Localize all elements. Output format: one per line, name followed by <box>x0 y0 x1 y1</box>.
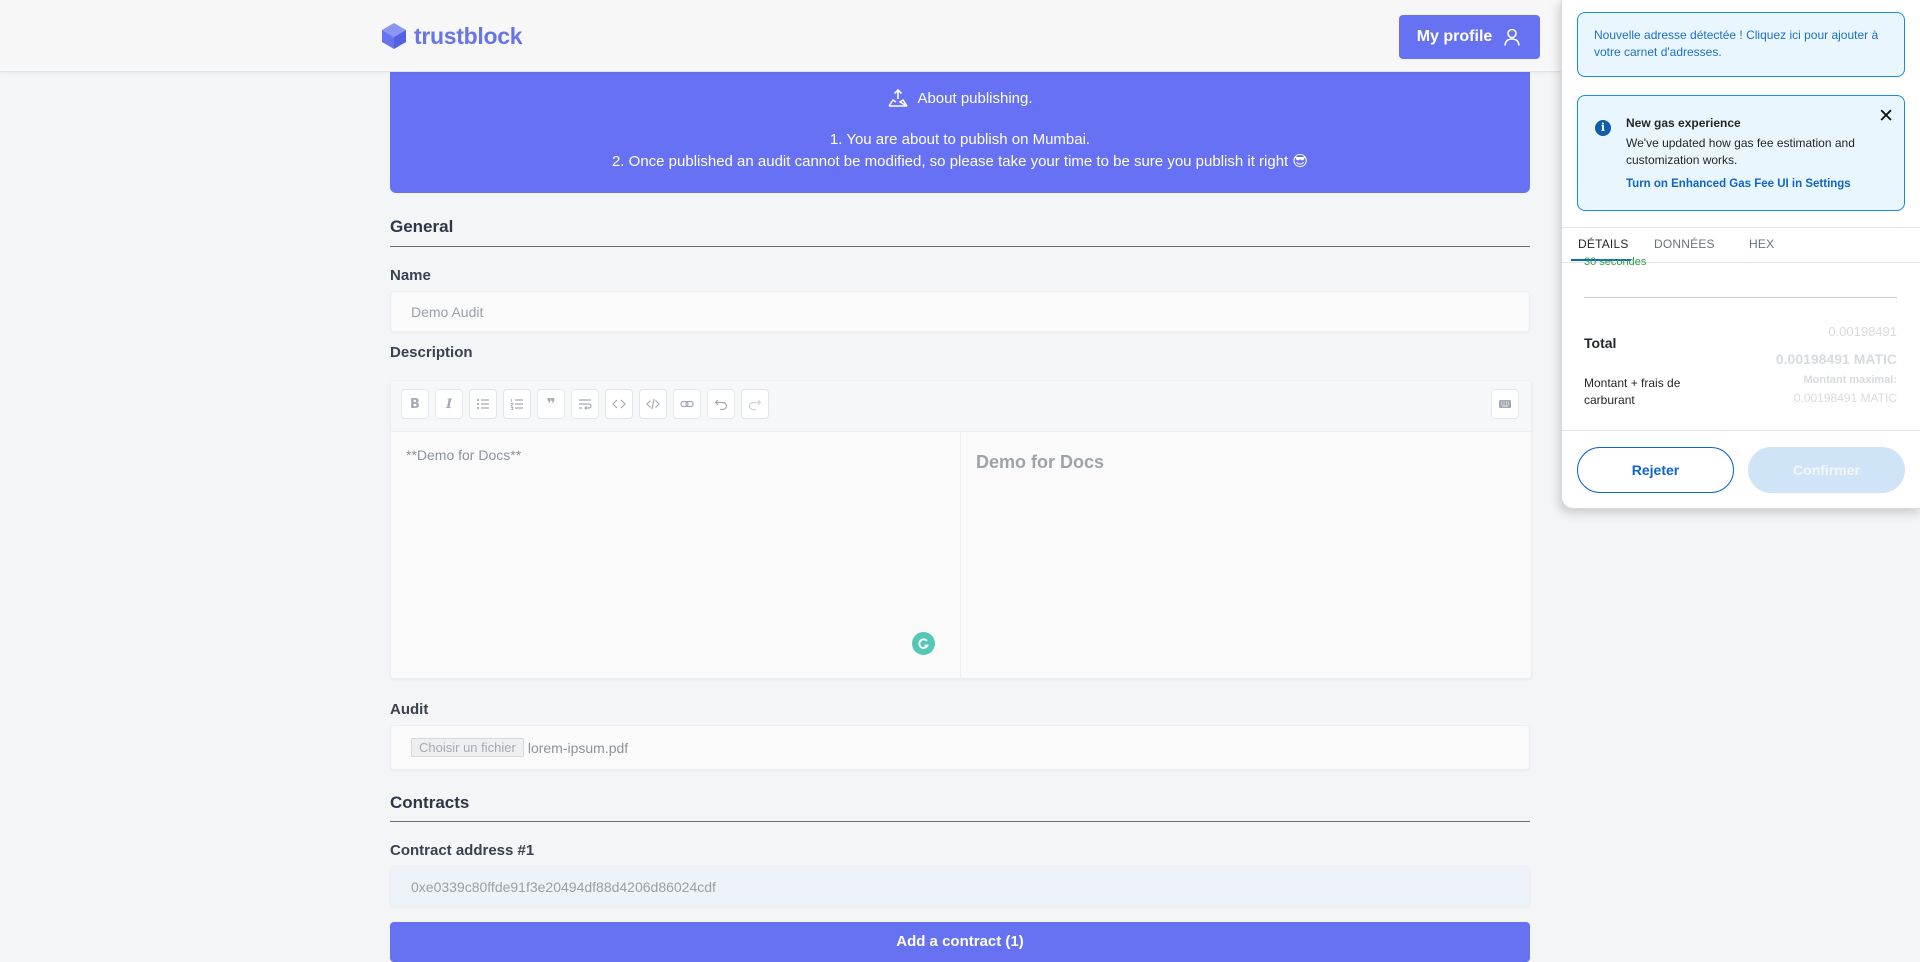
contracts-section-divider <box>390 821 1530 822</box>
unordered-list-icon[interactable] <box>469 389 497 419</box>
keyboard-icon[interactable] <box>1491 389 1519 419</box>
markdown-preview-heading: Demo for Docs <box>976 452 1105 472</box>
banner-line-2: 2. Once published an audit cannot be mod… <box>611 153 1309 170</box>
markdown-source-text: **Demo for Docs** <box>406 447 522 463</box>
name-input[interactable]: Demo Audit <box>390 291 1530 332</box>
close-icon[interactable]: ✕ <box>1878 105 1894 128</box>
banner-title-row: About publishing. <box>390 88 1530 108</box>
wrap-text-icon[interactable] <box>571 389 599 419</box>
italic-icon[interactable]: I <box>435 389 463 419</box>
confirm-button[interactable]: Confirmer <box>1748 447 1905 493</box>
publishing-info-banner: About publishing. 1. You are about to pu… <box>390 71 1530 193</box>
code-icon[interactable] <box>605 389 633 419</box>
markdown-preview-pane: Demo for Docs <box>961 432 1531 678</box>
logo-text: trustblock <box>414 22 523 49</box>
tab-hex[interactable]: HEX <box>1749 237 1774 251</box>
contract-address-value: 0xe0339c80ffde91f3e20494df88d4206d86024c… <box>411 878 716 895</box>
banner-line-1: 1. You are about to publish on Mumbai. <box>829 131 1091 148</box>
add-contract-button[interactable]: Add a contract (1) <box>390 922 1530 962</box>
max-amount-label: Montant maximal: <box>1803 374 1897 386</box>
name-input-value: Demo Audit <box>411 303 484 320</box>
max-amount-value: 0.00198491 MATIC <box>1793 391 1897 405</box>
contracts-section-title: Contracts <box>390 793 470 812</box>
editor-toolbar: B I ❞ <box>391 381 1531 432</box>
cube-logo-icon <box>382 23 406 49</box>
new-address-notice[interactable]: Nouvelle adresse détectée ! Cliquez ici … <box>1577 12 1905 77</box>
markdown-source-pane[interactable]: **Demo for Docs** <box>391 432 961 678</box>
wallet-confirmation-popup: Nouvelle adresse détectée ! Cliquez ici … <box>1561 0 1920 509</box>
my-profile-button[interactable]: My profile <box>1399 15 1540 59</box>
undo-icon[interactable] <box>707 389 735 419</box>
quote-icon[interactable]: ❞ <box>537 389 565 419</box>
link-icon[interactable] <box>673 389 701 419</box>
tab-data[interactable]: DONNÉES <box>1654 237 1715 251</box>
footer-divider <box>1562 430 1920 431</box>
user-icon <box>1504 28 1521 46</box>
contract-address-input[interactable]: 0xe0339c80ffde91f3e20494df88d4206d86024c… <box>390 866 1530 907</box>
ordered-list-icon[interactable] <box>503 389 531 419</box>
gas-experience-notice: i New gas experience We've updated how g… <box>1577 95 1905 211</box>
total-label: Total <box>1584 335 1617 351</box>
general-section-title: General <box>390 217 454 236</box>
name-label: Name <box>390 267 431 284</box>
markdown-editor: B I ❞ **Demo for Docs** Demo for Docs <box>390 380 1532 679</box>
contract-address-label: Contract address #1 <box>390 842 535 859</box>
trustblock-logo[interactable]: trustblock <box>381 21 522 51</box>
time-estimate: 30 secondes <box>1584 256 1647 268</box>
total-amount-small: 0.00198491 <box>1828 324 1897 339</box>
general-section-divider <box>390 246 1530 247</box>
redo-icon[interactable] <box>741 389 769 419</box>
audit-file-input[interactable]: Choisir un fichier lorem-ipsum.pdf <box>390 725 1530 770</box>
info-icon: i <box>1595 120 1611 136</box>
bold-icon[interactable]: B <box>401 389 429 419</box>
publish-upload-icon <box>888 88 909 107</box>
reject-button[interactable]: Rejeter <box>1577 447 1734 493</box>
grammarly-icon[interactable] <box>912 632 935 655</box>
code-block-icon[interactable] <box>639 389 667 419</box>
choose-file-button[interactable]: Choisir un fichier <box>411 738 524 757</box>
gas-notice-title: New gas experience <box>1626 116 1741 130</box>
details-divider <box>1584 297 1897 298</box>
description-label: Description <box>390 344 473 361</box>
my-profile-label: My profile <box>1416 28 1493 45</box>
audit-label: Audit <box>390 701 429 718</box>
enhanced-gas-settings-link[interactable]: Turn on Enhanced Gas Fee UI in Settings <box>1626 178 1851 190</box>
total-amount: 0.00198491 MATIC <box>1775 351 1897 367</box>
amount-fees-label: Montant + frais de carburant <box>1584 376 1681 407</box>
selected-file-name: lorem-ipsum.pdf <box>527 739 629 756</box>
banner-title: About publishing. <box>917 89 1033 107</box>
gas-notice-body: We've updated how gas fee estimation and… <box>1626 136 1855 167</box>
tab-details[interactable]: DÉTAILS <box>1578 237 1629 251</box>
